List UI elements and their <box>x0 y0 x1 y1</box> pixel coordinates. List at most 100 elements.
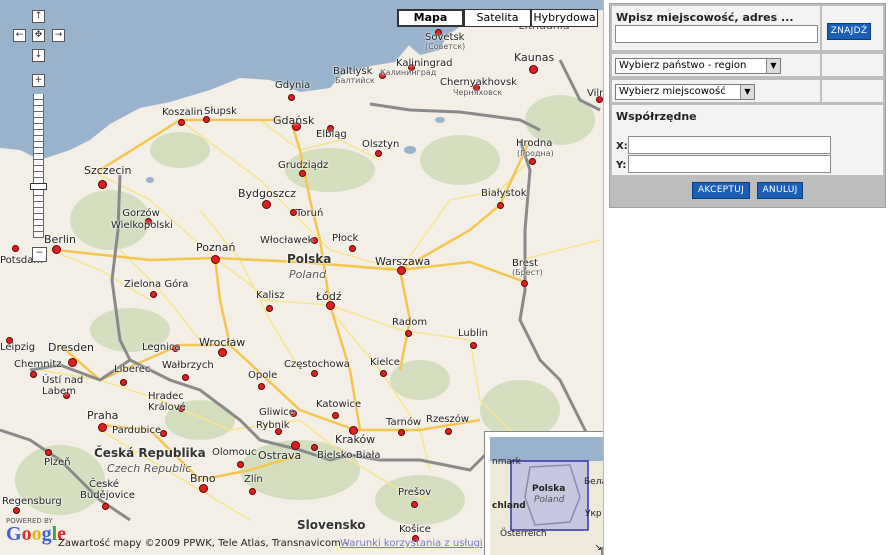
coordinates-title: Współrzędne <box>616 110 697 123</box>
city-label: Vilnius <box>587 88 603 99</box>
map-type-satelita-button[interactable]: Satelita <box>464 9 531 27</box>
city-label: Koszalin <box>162 107 203 118</box>
city-label: Kaunas <box>514 51 555 64</box>
city-label: Brno <box>190 472 216 485</box>
accept-button[interactable]: AKCEPTUJ <box>692 182 750 199</box>
city-label: Kalisz <box>256 290 285 301</box>
city-label: Częstochowa <box>284 359 350 370</box>
country-select-value: Wybierz państwo - region <box>619 60 747 71</box>
city-dot <box>529 65 538 74</box>
city-label: Łódź <box>316 290 342 303</box>
pan-left-icon[interactable]: ← <box>13 29 26 42</box>
city-dot <box>299 170 306 177</box>
city-label: Plzeň <box>44 457 71 468</box>
city-label: Pardubice <box>112 425 162 436</box>
pan-center-icon[interactable]: ✥ <box>32 29 45 42</box>
city-label: Kielce <box>370 357 400 368</box>
city-select-section: Wybierz miejscowość ▼ <box>612 80 820 102</box>
map-copyright: Zawartość mapy ©2009 PPWK, Tele Atlas, T… <box>58 538 348 549</box>
city-label: Włocławek <box>260 235 314 246</box>
city-select-value: Wybierz miejscowość <box>619 86 726 97</box>
terms-of-use-link[interactable]: Warunki korzystania z usługi <box>340 538 483 549</box>
city-select[interactable]: Wybierz miejscowość ▼ <box>615 84 755 100</box>
city-dot <box>150 291 157 298</box>
pan-down-icon[interactable]: ↓ <box>32 49 45 62</box>
zoom-out-icon[interactable]: − <box>32 247 47 262</box>
city-dot <box>203 116 210 123</box>
zoom-slider-thumb[interactable] <box>30 183 47 190</box>
search-section: Wpisz miejscowość, adres ... <box>612 6 820 50</box>
city-dot <box>13 507 20 514</box>
city-label: Grudziądz <box>278 160 329 171</box>
dropdown-arrow-icon: ▼ <box>766 59 780 73</box>
city-dot <box>98 423 107 432</box>
city-dot <box>102 503 109 510</box>
city-label: Leipzig <box>0 342 36 353</box>
city-dot <box>266 305 273 312</box>
city-dot <box>332 412 339 419</box>
map-label-small: Балтийск <box>335 76 375 85</box>
city-dot <box>98 180 107 189</box>
city-dot <box>12 245 19 252</box>
city-label: Wrocław <box>199 336 246 349</box>
google-logo[interactable]: POWERED BY Google <box>6 517 66 544</box>
y-coordinate-input[interactable] <box>628 155 831 173</box>
city-label: Bielsko-Biała <box>317 450 381 461</box>
country-select-section: Wybierz państwo - region ▼ <box>612 54 820 76</box>
city-label: Gorzów Wielkopolski <box>111 208 173 231</box>
map-label-small: (Советск) <box>425 42 466 51</box>
city-label: Warszawa <box>375 255 431 268</box>
country-label: Česká Republika <box>94 446 206 460</box>
city-dot <box>120 379 127 386</box>
city-label: Košice <box>399 524 431 535</box>
city-dot <box>398 429 405 436</box>
pan-right-icon[interactable]: → <box>52 29 65 42</box>
city-label: Berlin <box>44 233 76 246</box>
x-coordinate-input[interactable] <box>628 136 831 154</box>
city-dot <box>445 428 452 435</box>
overview-map[interactable]: Polska Poland chland Белар Österreich nm… <box>484 431 603 555</box>
zoom-in-icon[interactable]: + <box>32 74 45 87</box>
city-label: Białystok <box>481 188 527 199</box>
city-label: Ústí nad Labem <box>42 375 84 397</box>
city-label: Olsztyn <box>362 139 400 150</box>
dropdown-arrow-icon: ▼ <box>740 85 754 99</box>
cancel-button[interactable]: ANULUJ <box>757 182 803 199</box>
country-label: Slovensko <box>297 518 366 532</box>
city-label: Gdańsk <box>273 114 315 127</box>
city-label: Katowice <box>316 399 362 410</box>
city-dot <box>521 280 528 287</box>
search-button-cell: ZNAJDŹ <box>822 6 883 50</box>
city-label: Zielona Góra <box>124 279 189 290</box>
city-label: Opole <box>248 370 278 381</box>
city-dot <box>211 255 220 264</box>
country-label-sub: Czech Republic <box>107 462 192 475</box>
map-canvas[interactable]: Gdynia Gdańsk Słupsk Koszalin Elbląg Ols… <box>0 0 604 555</box>
empty-cell <box>822 80 883 102</box>
city-dot <box>288 94 295 101</box>
city-dot <box>45 449 52 456</box>
map-type-hybrydowa-button[interactable]: Hybrydowa <box>531 9 598 27</box>
search-title: Wpisz miejscowość, adres ... <box>616 11 794 24</box>
city-label: Radom <box>392 317 428 328</box>
search-button[interactable]: ZNAJDŹ <box>827 23 871 40</box>
city-label: Rzeszów <box>426 414 470 425</box>
city-label: Elbląg <box>316 129 347 140</box>
pan-up-icon[interactable]: ↑ <box>32 10 45 23</box>
map-label-small: Калининград <box>380 68 437 77</box>
city-label: Gliwice <box>259 407 295 418</box>
map-type-mapa-button[interactable]: Mapa <box>397 9 464 27</box>
overview-collapse-icon[interactable]: ↘ <box>594 543 602 553</box>
zoom-slider-track[interactable] <box>33 94 44 238</box>
city-label: Zlín <box>244 474 263 485</box>
search-input[interactable] <box>615 25 818 43</box>
country-label-sub: Poland <box>289 268 327 281</box>
country-select[interactable]: Wybierz państwo - region ▼ <box>615 58 781 74</box>
city-label: Rybnik <box>256 420 290 431</box>
city-label: Ostrava <box>258 449 302 462</box>
city-label: Hrodna <box>516 138 553 149</box>
city-dot <box>262 200 271 209</box>
city-dot <box>380 370 387 377</box>
city-dot <box>405 330 412 337</box>
city-dot <box>411 501 418 508</box>
